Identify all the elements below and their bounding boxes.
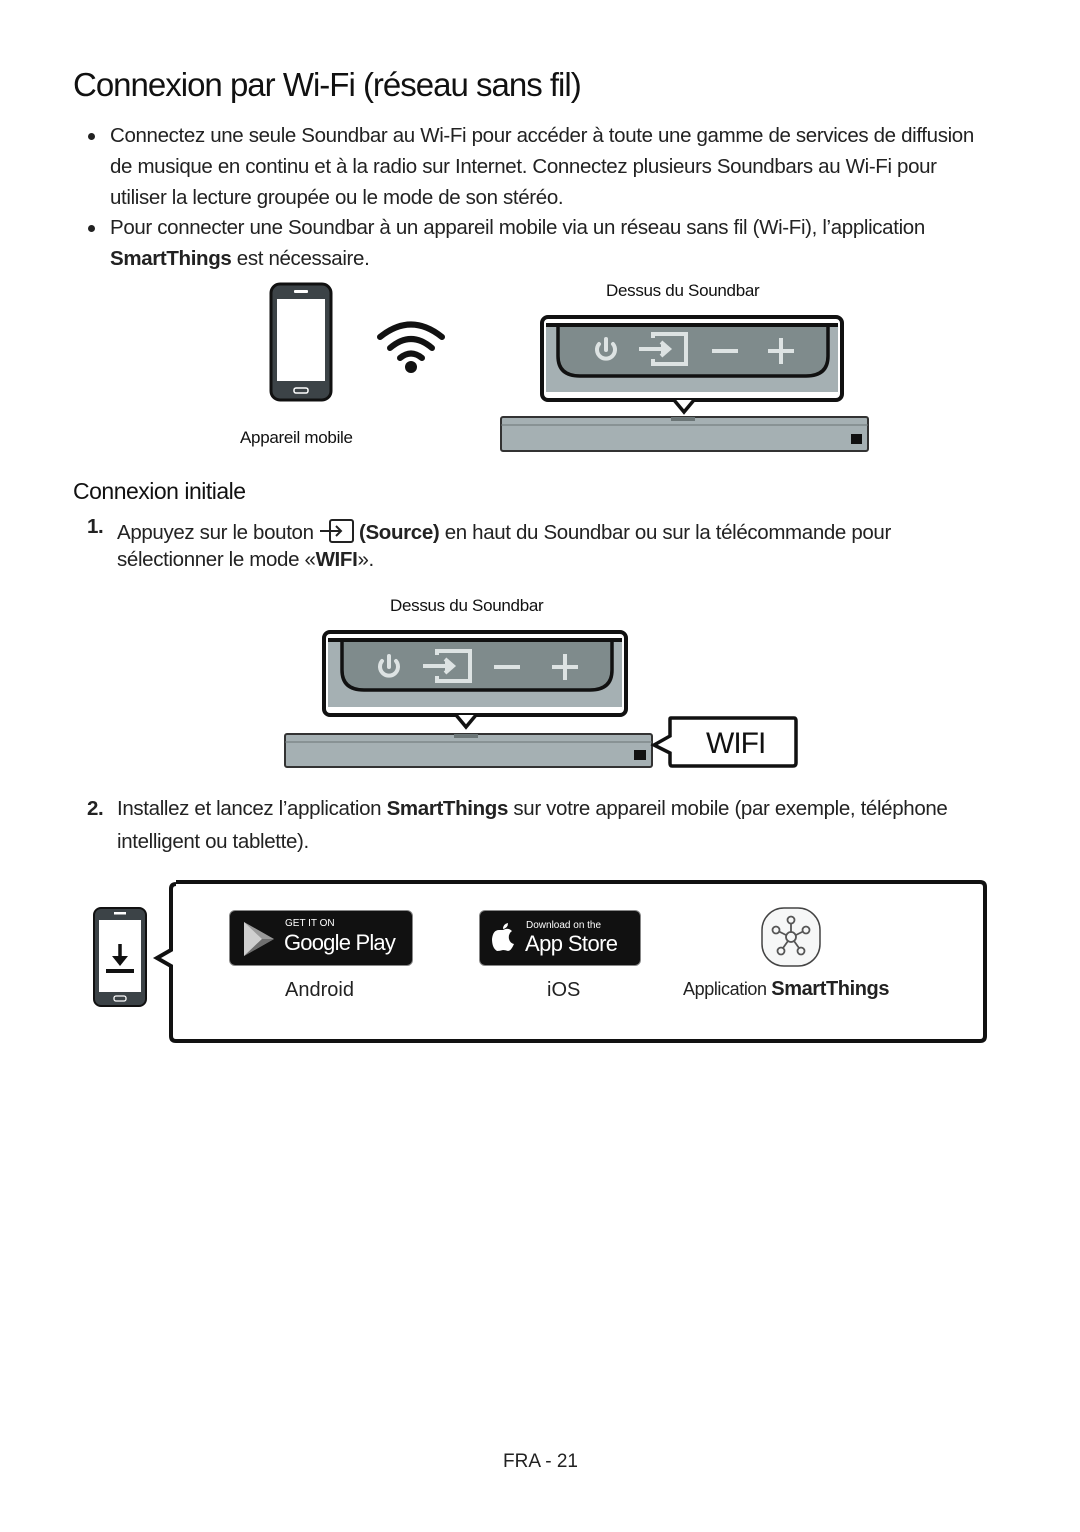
mobile-phone-icon	[269, 282, 333, 402]
step-1-wifi-bold: WIFI	[315, 548, 358, 571]
bullet-dot	[88, 133, 95, 140]
smartthings-label-bold: SmartThings	[771, 978, 890, 1000]
bullet-1-line-3: utiliser la lecture groupée ou le mode d…	[110, 186, 564, 209]
step-1-pre: Appuyez sur le bouton	[117, 521, 319, 544]
google-play-big: Google Play	[284, 930, 396, 955]
source-icon	[320, 519, 354, 543]
step-1-number: 1.	[87, 515, 104, 538]
bullet-2-line-2: SmartThings est nécessaire.	[110, 247, 370, 271]
bullet-2-line-1: Pour connecter une Soundbar à un apparei…	[110, 216, 925, 239]
soundbar-top-illustration	[500, 315, 869, 452]
download-phone-icon	[93, 907, 147, 1007]
step-2-line-1: Installez et lancez l’application SmartT…	[117, 797, 948, 821]
step-1-line2-pre: sélectionner le mode «	[117, 548, 316, 571]
app-store-badge[interactable]: Download on the App Store	[479, 910, 641, 966]
step-2-post: sur votre appareil mobile (par exemple, …	[508, 797, 948, 820]
page-number: FRA - 21	[503, 1451, 578, 1472]
apple-icon	[492, 923, 514, 951]
app-store-big: App Store	[525, 931, 618, 956]
google-play-small: GET IT ON	[285, 918, 335, 929]
step-2-pre: Installez et lancez l’application	[117, 797, 387, 820]
step-2-line-2: intelligent ou tablette).	[117, 830, 309, 853]
wifi-display-text: WIFI	[706, 727, 766, 760]
app-store-small: Download on the	[526, 920, 602, 931]
step-1-line2-post: ».	[357, 548, 374, 571]
bullet-1-line-2: de musique en continu et à la radio sur …	[110, 155, 937, 178]
bullet-1-line-1: Connectez une seule Soundbar au Wi-Fi po…	[110, 124, 974, 147]
smartthings-icon[interactable]	[760, 906, 822, 968]
soundbar-caption-2: Dessus du Soundbar	[390, 596, 544, 615]
step-1-line-2: sélectionner le mode «WIFI».	[117, 548, 374, 572]
soundbar-caption: Dessus du Soundbar	[606, 281, 760, 300]
bullet-dot	[88, 225, 95, 232]
page-title: Connexion par Wi-Fi (réseau sans fil)	[73, 66, 582, 103]
step-2-number: 2.	[87, 797, 104, 820]
smartthings-label-pre: Application	[683, 979, 772, 999]
google-play-badge[interactable]: GET IT ON Google Play	[229, 910, 413, 966]
step-1-post: en haut du Soundbar ou sur la télécomman…	[439, 521, 892, 544]
ios-label: iOS	[547, 979, 581, 1001]
step-2-smartthings-bold: SmartThings	[386, 797, 509, 820]
google-play-icon	[244, 922, 274, 956]
step-1-source-bold: (Source)	[359, 521, 440, 544]
section-title: Connexion initiale	[73, 478, 246, 504]
bullet-2-rest: est nécessaire.	[231, 247, 370, 270]
mobile-caption: Appareil mobile	[240, 428, 353, 447]
step-1-line-1: Appuyez sur le bouton (Source) en haut d…	[117, 515, 891, 545]
android-label: Android	[285, 979, 354, 1001]
wifi-icon	[377, 321, 445, 373]
smartthings-bold: SmartThings	[110, 247, 232, 270]
smartthings-label: Application SmartThings	[683, 978, 890, 1001]
